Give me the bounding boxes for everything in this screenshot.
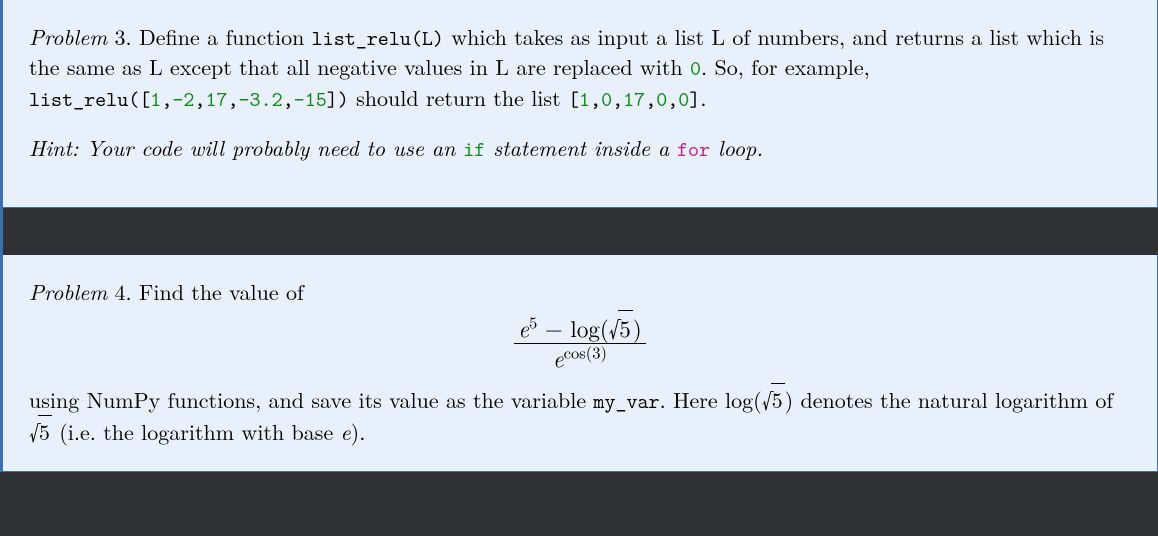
radicand: 5 bbox=[771, 383, 785, 415]
sqrt: √5 bbox=[29, 415, 52, 447]
math-text: ) bbox=[633, 311, 642, 344]
code-sep: , bbox=[194, 85, 205, 113]
code-sep: , bbox=[228, 85, 239, 113]
problem-4-intro: Problem 4. Find the value of bbox=[29, 277, 1131, 307]
text: . Here log( bbox=[660, 384, 762, 415]
problem-4-cell: Problem 4. Find the value of e5 − log(√5… bbox=[0, 255, 1158, 472]
hint-text: loop. bbox=[710, 132, 763, 163]
code-call-prefix: list_relu([ bbox=[29, 85, 150, 113]
code-sep: , bbox=[612, 85, 623, 113]
code-number: 1 bbox=[579, 85, 590, 113]
code-sep: , bbox=[590, 85, 601, 113]
hint-text: statement inside a bbox=[485, 132, 677, 163]
code-number: 1 bbox=[150, 85, 161, 113]
text: ). bbox=[351, 416, 366, 447]
math-exponent: cos(3) bbox=[564, 340, 607, 364]
text: . So, for example, bbox=[701, 51, 870, 82]
code-number: 17 bbox=[205, 85, 227, 113]
code-call-suffix: ]) bbox=[327, 85, 349, 113]
text: (i.e. the logarithm with base bbox=[52, 416, 341, 447]
code-number: 0 bbox=[690, 54, 701, 82]
fraction-denominator: ecos(3) bbox=[514, 344, 645, 373]
code-keyword-if: if bbox=[463, 135, 485, 163]
fraction: e5 − log(√5) ecos(3) bbox=[514, 313, 645, 373]
text: . bbox=[700, 82, 706, 113]
math-e: e bbox=[341, 416, 351, 447]
problem-3-hint: Hint: Your code will probably need to us… bbox=[29, 133, 1131, 163]
code-number: 0 bbox=[656, 85, 667, 113]
code-result-prefix: [ bbox=[568, 85, 579, 113]
math-e: e bbox=[518, 311, 529, 344]
notebook-separator bbox=[0, 208, 1158, 255]
math-e: e bbox=[553, 341, 564, 374]
problem-number: 3. bbox=[115, 21, 132, 52]
code-sep: , bbox=[645, 85, 656, 113]
problem-label: Problem bbox=[29, 21, 107, 52]
code-number: 0 bbox=[601, 85, 612, 113]
sqrt: √5 bbox=[609, 313, 633, 343]
text: Find the value of bbox=[139, 276, 304, 307]
hint-text: Hint: Your code will probably need to us… bbox=[29, 132, 463, 163]
text: should return the list bbox=[349, 82, 568, 113]
code-result-suffix: ] bbox=[689, 85, 700, 113]
code-keyword-for: for bbox=[677, 135, 710, 163]
problem-4-body: using NumPy functions, and save its valu… bbox=[29, 383, 1131, 447]
text: using NumPy functions, and save its valu… bbox=[29, 384, 593, 415]
math-exponent: 5 bbox=[529, 309, 537, 333]
code-sep: , bbox=[161, 85, 172, 113]
code-varname: my_var bbox=[593, 387, 659, 415]
code-funcname: list_relu(L) bbox=[312, 24, 444, 52]
code-number: 0 bbox=[678, 85, 689, 113]
code-sep: , bbox=[283, 85, 294, 113]
sqrt: √5 bbox=[762, 383, 785, 415]
problem-3-cell: Problem 3. Define a function list_relu(L… bbox=[0, 0, 1158, 208]
code-number: -2 bbox=[172, 85, 194, 113]
radicand: 5 bbox=[38, 415, 52, 447]
text: Define a function bbox=[139, 21, 312, 52]
code-sep: , bbox=[667, 85, 678, 113]
problem-3-body: Problem 3. Define a function list_relu(L… bbox=[29, 22, 1131, 113]
code-number: -3.2 bbox=[239, 85, 283, 113]
text: ) denotes the natural logarithm of bbox=[785, 384, 1113, 415]
code-number: -15 bbox=[294, 85, 327, 113]
problem-4-equation: e5 − log(√5) ecos(3) bbox=[29, 313, 1131, 373]
radicand: 5 bbox=[618, 310, 633, 344]
problem-number: 4. bbox=[115, 276, 132, 307]
problem-label: Problem bbox=[29, 276, 107, 307]
code-number: 17 bbox=[623, 85, 645, 113]
